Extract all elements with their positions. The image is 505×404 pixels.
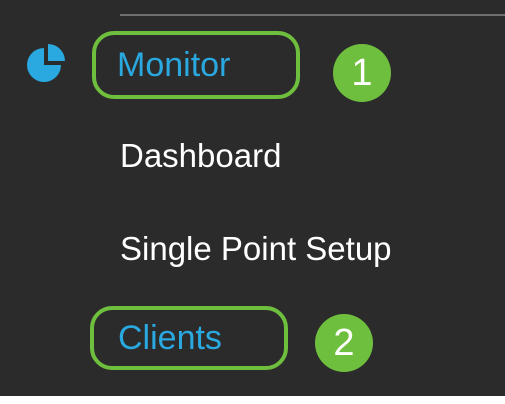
sidebar-nav: Monitor 1 Dashboard Single Point Setup C… xyxy=(0,0,505,396)
sidebar-item-monitor[interactable]: Monitor xyxy=(117,48,230,82)
divider-line xyxy=(120,14,505,16)
sidebar-item-single-point-setup[interactable]: Single Point Setup xyxy=(120,232,392,265)
step-badge-2: 2 xyxy=(315,314,373,372)
sidebar-item-clients[interactable]: Clients xyxy=(118,321,222,355)
sidebar-item-dashboard[interactable]: Dashboard xyxy=(120,139,281,172)
pie-chart-icon xyxy=(22,38,72,86)
step-badge-1: 1 xyxy=(333,44,391,102)
